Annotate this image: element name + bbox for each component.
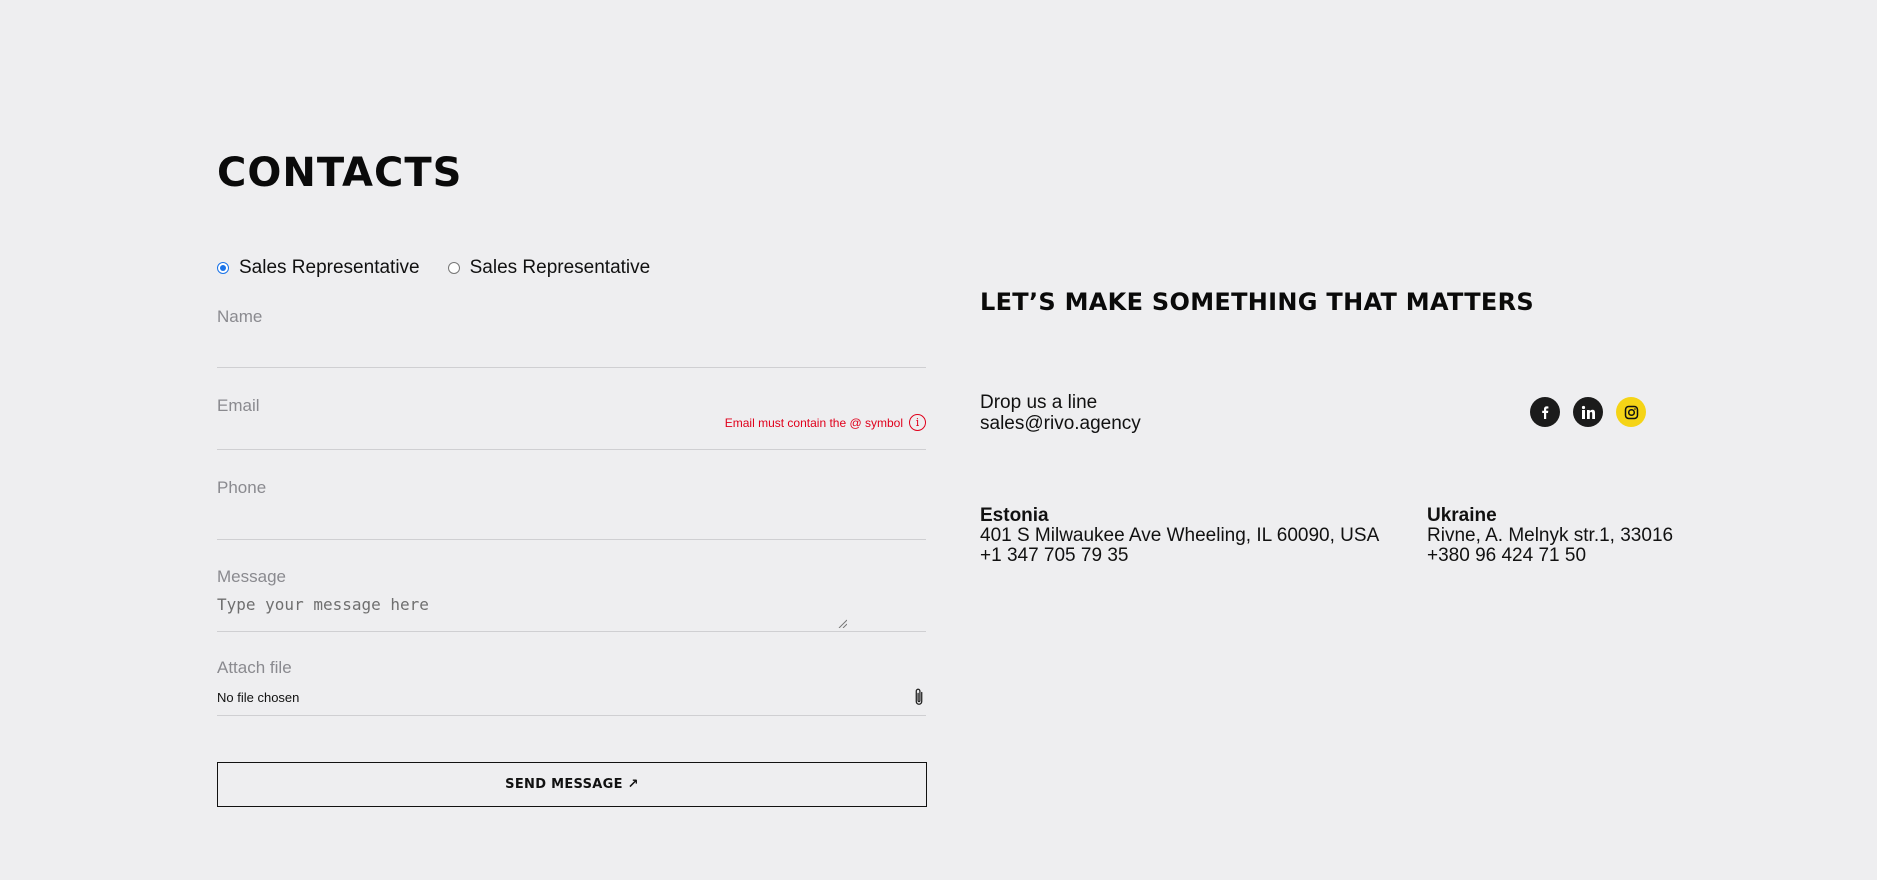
attach-field: Attach file No file chosen xyxy=(217,658,926,716)
radio-option-2[interactable]: Sales Representative xyxy=(447,257,651,279)
send-message-button[interactable]: SEND MESSAGE ↗ xyxy=(217,762,927,807)
file-input-row[interactable]: No file chosen xyxy=(217,687,926,707)
tagline-heading: LET’S MAKE SOMETHING THAT MATTERS xyxy=(980,288,1534,316)
radio-option-1[interactable]: Sales Representative xyxy=(217,257,420,279)
office-phone[interactable]: +1 347 705 79 35 xyxy=(980,546,1379,566)
office-ukraine: Ukraine Rivne, A. Melnyk str.1, 33016 +3… xyxy=(1427,505,1673,566)
email-label: Email xyxy=(217,396,260,415)
contact-block: Drop us a line sales@rivo.agency xyxy=(980,392,1141,434)
name-label: Name xyxy=(217,307,263,326)
page-title: CONTACTS xyxy=(217,150,463,196)
role-radio-group: Sales Representative Sales Representativ… xyxy=(217,257,650,279)
contact-heading: Drop us a line xyxy=(980,392,1098,413)
name-input[interactable] xyxy=(217,327,926,357)
info-icon: i xyxy=(909,414,926,431)
facebook-icon[interactable] xyxy=(1530,397,1560,427)
email-error-text: Email must contain the @ symbol xyxy=(724,415,903,430)
office-address: 401 S Milwaukee Ave Wheeling, IL 60090, … xyxy=(980,525,1380,546)
social-links xyxy=(1530,397,1646,427)
message-field: Message xyxy=(217,567,926,632)
phone-label: Phone xyxy=(217,478,267,497)
email-field: Email Email must contain the @ symbol i xyxy=(217,396,926,450)
office-address: Rivne, A. Melnyk str.1, 33016 xyxy=(1427,525,1674,546)
radio-button-checked[interactable] xyxy=(217,262,229,274)
phone-field: Phone xyxy=(217,478,926,540)
message-textarea[interactable] xyxy=(217,591,847,629)
office-country: Ukraine xyxy=(1427,505,1497,526)
resize-grip-icon[interactable] xyxy=(837,618,847,628)
phone-input[interactable] xyxy=(217,506,926,536)
office-estonia: Estonia 401 S Milwaukee Ave Wheeling, IL… xyxy=(980,505,1379,566)
instagram-icon[interactable] xyxy=(1616,397,1646,427)
radio-button-unchecked[interactable] xyxy=(447,262,460,274)
paperclip-icon[interactable] xyxy=(912,687,926,707)
attach-label: Attach file xyxy=(217,658,292,677)
name-field: Name xyxy=(217,307,926,368)
linkedin-icon[interactable] xyxy=(1573,397,1603,427)
office-phone[interactable]: +380 96 424 71 50 xyxy=(1427,546,1673,566)
office-country: Estonia xyxy=(980,505,1049,526)
contact-email-link[interactable]: sales@rivo.agency xyxy=(980,413,1141,434)
email-error: Email must contain the @ symbol i xyxy=(725,414,926,431)
message-label: Message xyxy=(217,567,286,586)
radio-label: Sales Representative xyxy=(469,257,651,278)
radio-label: Sales Representative xyxy=(239,257,420,278)
file-status: No file chosen xyxy=(217,689,300,705)
